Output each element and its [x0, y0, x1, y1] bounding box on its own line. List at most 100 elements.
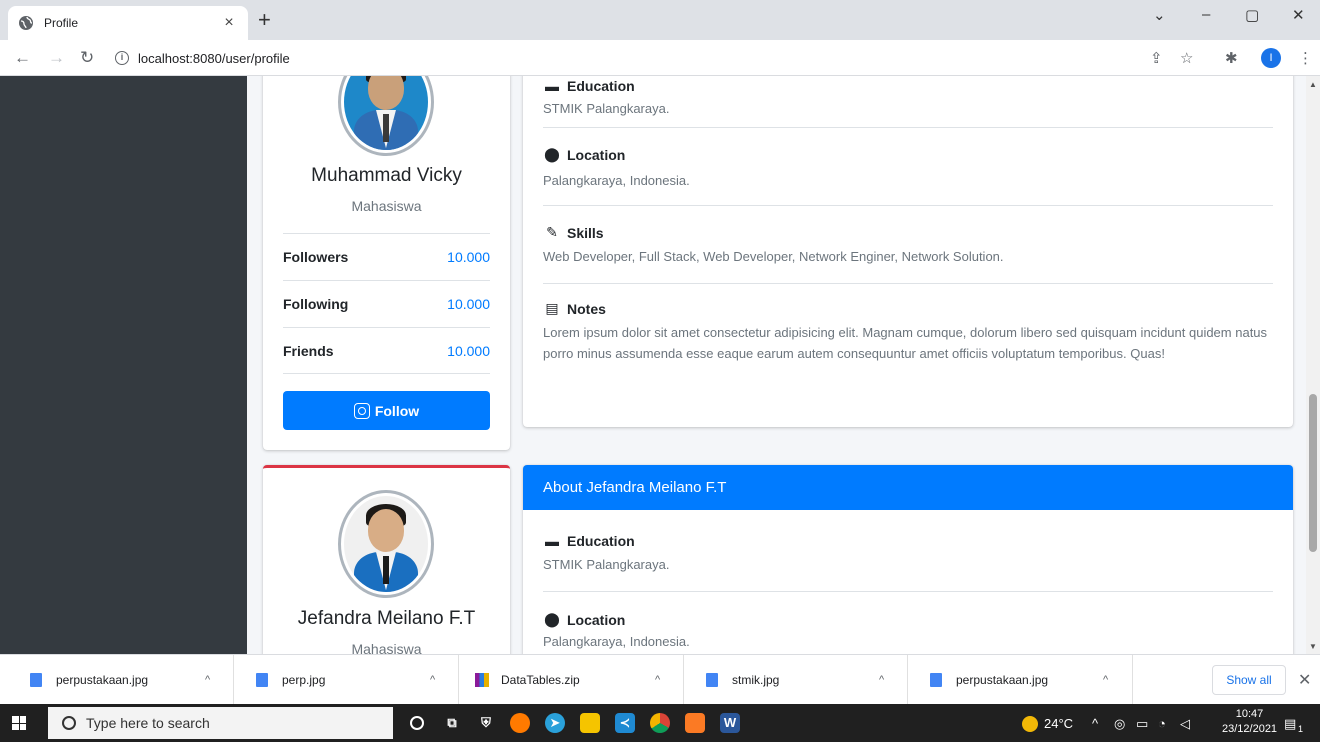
taskbar-search-input[interactable]: Type here to search [48, 707, 393, 739]
weather-icon[interactable] [1022, 716, 1038, 732]
profile-name: Muhammad Vicky [311, 165, 462, 186]
stat-followers: Followers 10.000 [283, 233, 490, 280]
tab-search-dropdown-icon[interactable]: ⌄ [1153, 6, 1166, 24]
url-text: localhost:8080/user/profile [138, 50, 290, 66]
weather-temperature[interactable]: 24°C [1044, 716, 1073, 731]
section-title-location: ⬤ Location [544, 146, 626, 163]
cortana-icon[interactable] [410, 716, 424, 730]
scroll-down-arrow[interactable]: ▼ [1309, 642, 1317, 651]
back-icon[interactable]: ← [14, 48, 31, 68]
volume-icon[interactable]: ◁ [1180, 716, 1190, 732]
education-text: STMIK Palangkaraya. [543, 557, 670, 572]
security-shield-icon[interactable]: ⛨ [476, 713, 496, 733]
skills-text: Web Developer, Full Stack, Web Developer… [543, 249, 1004, 264]
follow-button[interactable]: Follow [283, 391, 490, 430]
wifi-icon[interactable]: ◔ [1158, 716, 1166, 731]
reload-icon[interactable]: ↻ [80, 48, 94, 68]
image-file-icon [706, 673, 718, 687]
divider [543, 283, 1273, 284]
show-all-downloads-button[interactable]: Show all [1212, 665, 1286, 695]
extensions-icon[interactable]: ✱ [1225, 49, 1238, 67]
instagram-icon [353, 402, 370, 419]
scroll-up-arrow[interactable]: ▲ [1309, 80, 1317, 89]
map-marker-icon: ⬤ [544, 611, 560, 627]
chevron-up-icon[interactable]: ^ [655, 674, 660, 686]
meet-now-icon[interactable]: ◎ [1114, 716, 1125, 732]
minimize-button[interactable]: – [1202, 6, 1210, 23]
page-scrollbar[interactable]: ▲ ▼ [1306, 76, 1320, 654]
about-card: About Jefandra Meilano F.T ▬ Education S… [523, 465, 1293, 654]
download-bar: perpustakaan.jpg ^ perp.jpg ^ DataTables… [0, 654, 1320, 705]
file-text-icon: ▤ [545, 300, 559, 316]
profile-name: Jefandra Meilano F.T [297, 608, 476, 629]
image-file-icon [30, 673, 42, 687]
location-text: Palangkaraya, Indonesia. [543, 173, 690, 188]
divider [543, 127, 1273, 128]
close-download-bar-icon[interactable]: ✕ [1298, 670, 1311, 690]
task-view-icon[interactable]: ⧉ [442, 713, 462, 733]
download-item[interactable]: stmik.jpg ^ [684, 655, 908, 705]
stat-value[interactable]: 10.000 [447, 296, 490, 312]
chevron-up-icon[interactable]: ^ [205, 674, 210, 686]
file-explorer-icon[interactable] [580, 713, 600, 733]
chevron-up-icon[interactable]: ^ [430, 674, 435, 686]
word-icon[interactable]: W [720, 713, 740, 733]
system-clock[interactable]: 10:47 23/12/2021 [1222, 707, 1277, 737]
firefox-icon[interactable] [510, 713, 530, 733]
stat-value[interactable]: 10.000 [447, 249, 490, 265]
about-card-header: About Jefandra Meilano F.T [523, 465, 1293, 510]
windows-start-icon[interactable] [12, 716, 26, 730]
url-field[interactable]: i localhost:8080/user/profile [115, 44, 290, 72]
chrome-icon[interactable] [650, 713, 670, 733]
profile-photo [344, 76, 428, 150]
download-item[interactable]: perpustakaan.jpg ^ [0, 655, 234, 705]
notification-icon[interactable]: ▤ [1284, 716, 1296, 732]
globe-icon [19, 16, 33, 30]
site-info-icon[interactable]: i [115, 51, 129, 65]
about-card: ▬ Education STMIK Palangkaraya. ⬤ Locati… [523, 76, 1293, 427]
battery-icon[interactable]: ▭ [1136, 716, 1148, 732]
clock-date: 23/12/2021 [1222, 723, 1278, 735]
browser-tab[interactable]: Profile × [8, 6, 248, 40]
divider [543, 591, 1273, 592]
tab-close-button[interactable]: × [220, 14, 238, 32]
address-bar: ← → ↻ i localhost:8080/user/profile ⇪ ☆ … [0, 40, 1320, 76]
download-item[interactable]: perp.jpg ^ [234, 655, 459, 705]
sidebar [0, 76, 247, 654]
menu-kebab-icon[interactable]: ⋮ [1298, 49, 1313, 67]
section-title-notes: ▤ Notes [543, 300, 606, 317]
section-title-skills: ✎ Skills [543, 224, 603, 241]
maximize-button[interactable]: ▢ [1245, 6, 1259, 24]
share-icon[interactable]: ⇪ [1150, 49, 1163, 67]
stat-following: Following 10.000 [283, 280, 490, 327]
book-icon: ▬ [545, 78, 559, 94]
xampp-icon[interactable] [685, 713, 705, 733]
profile-role: Mahasiswa [351, 641, 422, 654]
stat-label: Followers [283, 249, 349, 265]
chevron-up-icon[interactable]: ^ [1103, 674, 1108, 686]
tray-chevron-icon[interactable]: ^ [1092, 716, 1098, 731]
profile-role: Mahasiswa [351, 198, 422, 214]
stat-value[interactable]: 10.000 [447, 343, 490, 359]
map-marker-icon: ⬤ [544, 146, 560, 162]
window-close-button[interactable]: ✕ [1292, 6, 1305, 24]
browser-profile-avatar[interactable]: I [1261, 48, 1281, 68]
new-tab-button[interactable]: + [258, 8, 271, 32]
notification-count: 1 [1298, 724, 1304, 734]
follow-label: Follow [374, 402, 420, 419]
download-item[interactable]: perpustakaan.jpg ^ [908, 655, 1133, 705]
chevron-up-icon[interactable]: ^ [879, 674, 884, 686]
scrollbar-thumb[interactable] [1309, 394, 1317, 552]
clock-time: 10:47 [1235, 708, 1264, 720]
download-item[interactable]: DataTables.zip ^ [459, 655, 684, 705]
telegram-icon[interactable]: ➤ [545, 713, 565, 733]
section-title-education: ▬ Education [545, 78, 635, 94]
section-title-education: ▬ Education [545, 533, 635, 549]
vscode-icon[interactable]: ≺ [615, 713, 635, 733]
profile-card: Muhammad Vicky Mahasiswa Followers 10.00… [263, 76, 510, 450]
book-icon: ▬ [545, 533, 559, 549]
divider [543, 205, 1273, 206]
education-text: STMIK Palangkaraya. [543, 101, 670, 116]
forward-icon[interactable]: → [48, 48, 65, 68]
bookmark-star-icon[interactable]: ☆ [1180, 49, 1193, 67]
